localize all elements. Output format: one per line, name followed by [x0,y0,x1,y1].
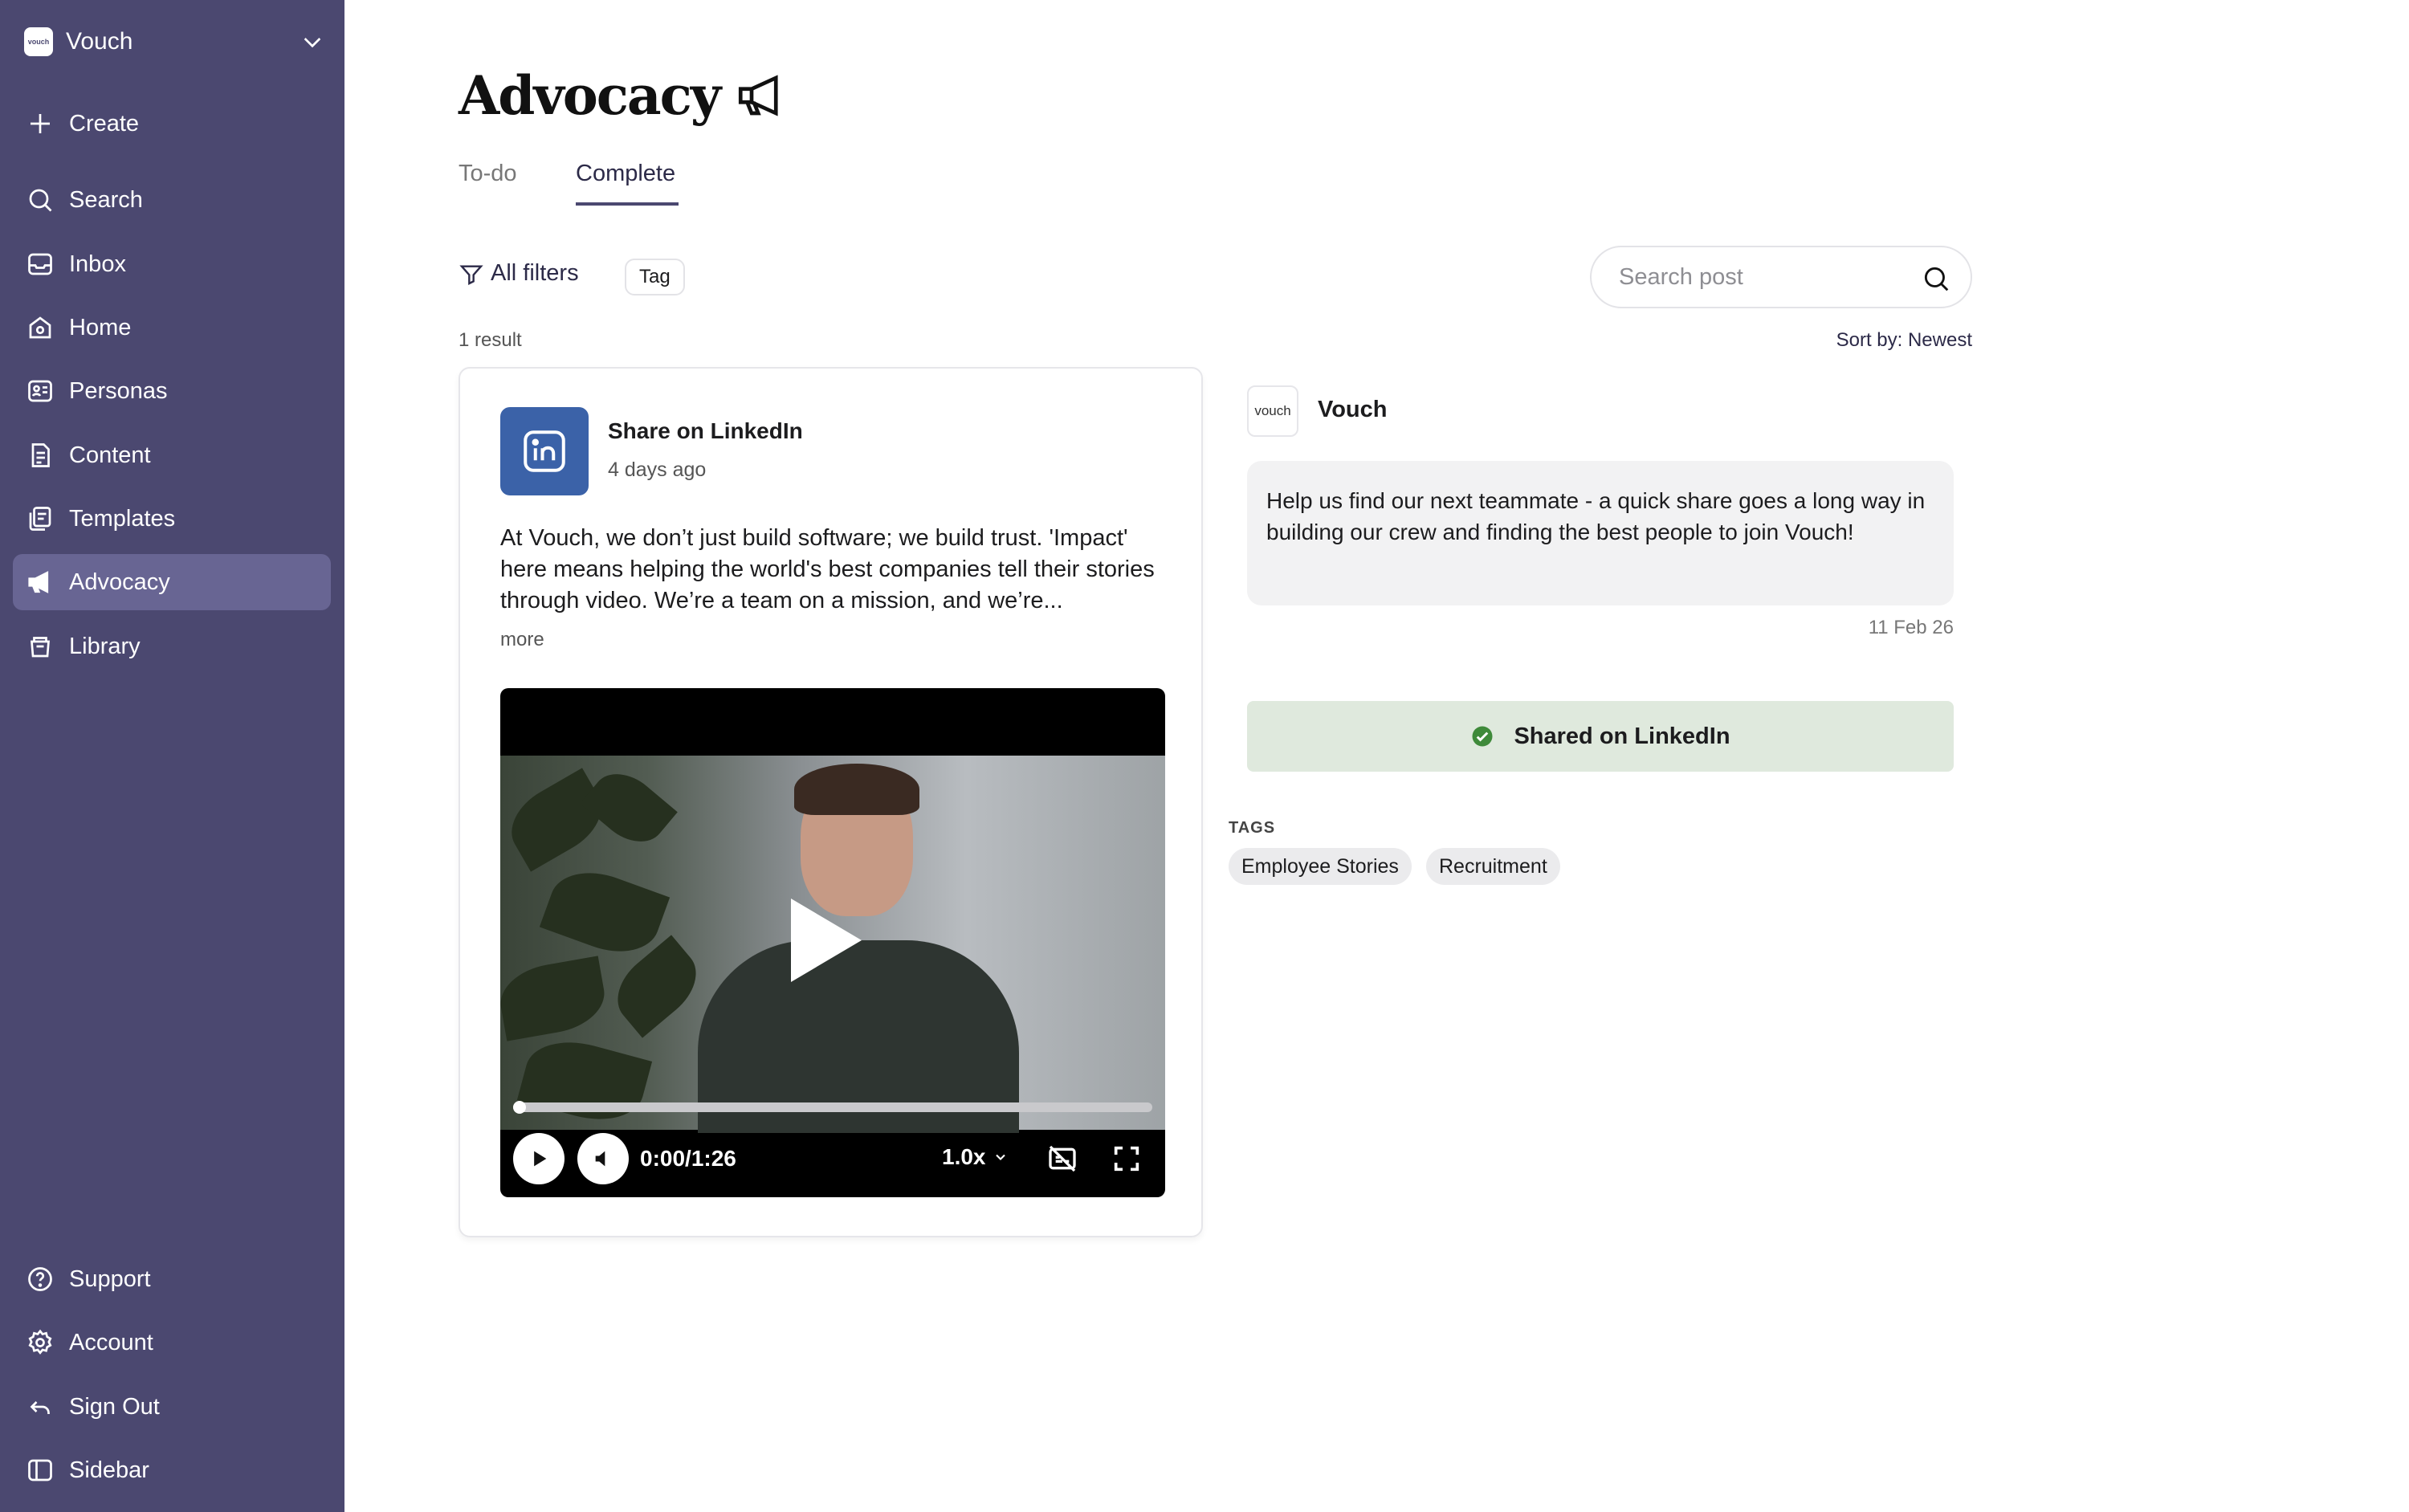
check-circle-icon [1472,726,1493,747]
sidebar-item-label: Content [69,442,151,468]
page-title: Advocacy [459,64,721,127]
search-post-input[interactable] [1619,263,1892,291]
sidebar-item-label: Create [69,110,140,137]
message-date: 11 Feb 26 [1868,617,1954,638]
message-bubble: Help us find our next teammate - a quick… [1247,461,1954,605]
home-icon [29,316,51,339]
sidebar-item-label: Personas [69,377,168,404]
sidebar-item-search[interactable]: Search [13,172,331,228]
sidebar-item-advocacy[interactable]: Advocacy [13,554,331,610]
sidebar-toggle-icon [28,1459,52,1481]
sidebar: vouch Vouch Create Search Inbox Home Per… [0,0,344,1512]
sidebar-item-create[interactable]: Create [13,96,331,152]
all-filters-label: All filters [491,260,579,286]
plus-icon [31,114,50,133]
sidebar-item-support[interactable]: Support [13,1251,331,1307]
video-progress-handle[interactable] [513,1101,526,1114]
post-platform-title: Share on LinkedIn [608,418,803,443]
megaphone-icon [28,571,49,593]
sign-out-icon [30,1401,50,1414]
sidebar-item-library[interactable]: Library [13,618,331,674]
filter-icon [459,264,483,285]
fullscreen-icon[interactable] [1111,1143,1143,1175]
document-icon [31,443,50,467]
tag-pill[interactable]: Employee Stories [1229,848,1412,885]
play-overlay-icon[interactable] [791,899,862,982]
sidebar-item-label: Sign Out [69,1393,160,1420]
sidebar-item-personas[interactable]: Personas [13,363,331,419]
id-card-icon [28,380,52,402]
captions-off-icon[interactable] [1046,1143,1078,1175]
play-icon [534,1151,547,1167]
shared-status-text: Shared on LinkedIn [1514,723,1730,749]
sidebar-item-label: Support [69,1265,151,1292]
all-filters-button[interactable]: All filters [459,260,579,287]
sidebar-item-label: Library [69,633,141,659]
gear-icon [28,1329,52,1355]
video-progress-bar[interactable] [513,1102,1152,1112]
sidebar-item-label: Inbox [69,251,126,277]
templates-icon [29,507,51,531]
sidebar-item-content[interactable]: Content [13,427,331,483]
sidebar-item-templates[interactable]: Templates [13,491,331,547]
sidebar-item-label: Templates [69,505,176,532]
library-icon [31,637,50,658]
search-icon [29,189,52,212]
active-tab-indicator [576,202,679,206]
sidebar-item-home[interactable]: Home [13,300,331,356]
tag-filter-button[interactable]: Tag [625,259,685,295]
inbox-icon [28,253,52,275]
chevron-down-icon [995,1154,1005,1160]
post-card[interactable]: Share on LinkedIn 4 days ago At Vouch, w… [459,367,1203,1237]
playback-speed-label: 1.0x [942,1144,986,1169]
sidebar-item-sidebar-toggle[interactable]: Sidebar [13,1442,331,1498]
sidebar-item-label: Sidebar [69,1457,149,1483]
author-logo: vouch [1247,385,1298,437]
video-player[interactable]: 0:00/1:26 1.0x [500,688,1165,1197]
sidebar-item-label: Advocacy [69,569,170,595]
play-button[interactable] [513,1133,565,1184]
search-post-box [1590,246,1972,308]
search-icon[interactable] [1921,263,1951,294]
sidebar-item-label: Home [69,314,132,340]
post-text: At Vouch, we don’t just build software; … [500,525,1155,613]
sort-dropdown[interactable]: Sort by: Newest [1836,329,1972,352]
video-time: 0:00/1:26 [640,1146,736,1171]
linkedin-icon [500,407,589,495]
sidebar-item-sign-out[interactable]: Sign Out [13,1379,331,1435]
more-link[interactable]: more [500,629,544,651]
shared-status-banner: Shared on LinkedIn [1247,701,1954,772]
result-count: 1 result [459,329,522,351]
page-header: Advocacy [459,64,787,127]
workspace-switcher[interactable]: vouch Vouch [24,26,325,58]
tab-to-do[interactable]: To-do [459,161,517,187]
post-timestamp: 4 days ago [608,458,707,481]
workspace-logo: vouch [24,27,53,56]
playback-speed-button[interactable]: 1.0x [942,1144,1009,1170]
sidebar-item-inbox[interactable]: Inbox [13,236,331,292]
author-name: Vouch [1318,397,1388,422]
sidebar-item-label: Search [69,186,143,213]
megaphone-icon [739,75,778,116]
mute-button[interactable] [577,1133,629,1184]
sidebar-item-label: Account [69,1329,153,1355]
volume-icon [595,1151,605,1167]
tab-complete[interactable]: Complete [576,161,675,187]
sidebar-item-account[interactable]: Account [13,1314,331,1371]
tags-label: TAGS [1229,819,1276,837]
help-icon [28,1267,52,1291]
chevron-down-icon [304,38,321,48]
tag-pill[interactable]: Recruitment [1426,848,1560,885]
workspace-name: Vouch [66,28,133,55]
